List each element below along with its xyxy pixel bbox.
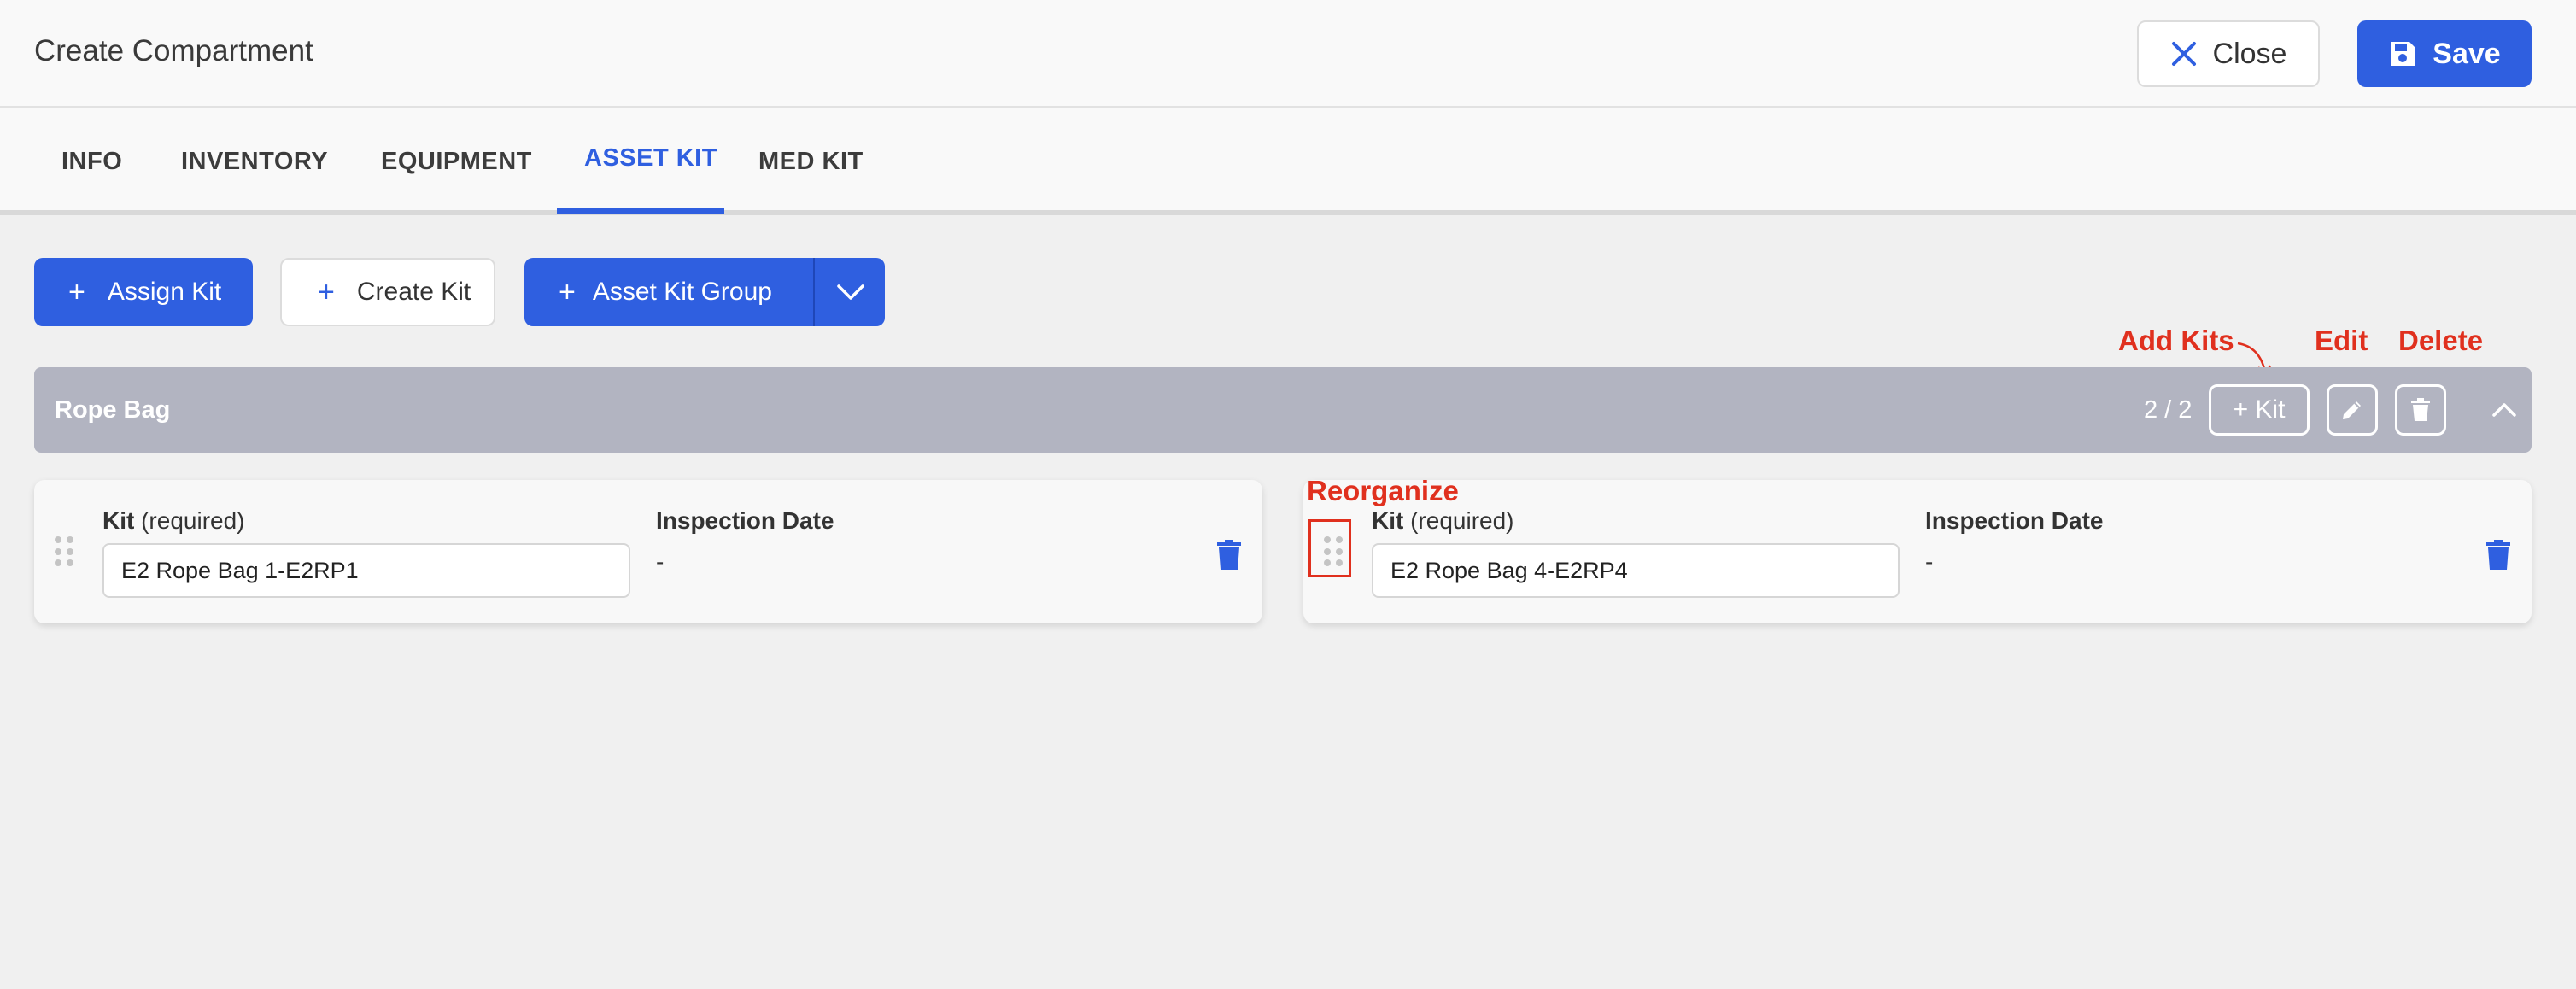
trash-icon	[2411, 398, 2430, 421]
kit-card: Kit (required) E2 Rope Bag 4-E2RP4 Inspe…	[1303, 480, 2532, 623]
tab-bar: INFO INVENTORY EQUIPMENT ASSET KIT MED K…	[0, 108, 2576, 215]
asset-kit-group-label: Asset Kit Group	[592, 278, 772, 306]
save-icon	[2391, 42, 2415, 66]
split-button-divider	[813, 258, 815, 326]
chevron-up-icon	[2492, 403, 2516, 417]
group-title: Rope Bag	[55, 396, 171, 424]
edit-group-button[interactable]	[2327, 384, 2378, 436]
save-button-label: Save	[2433, 37, 2501, 70]
page-header: Create Compartment Close Save	[0, 0, 2576, 108]
annotation-edit: Edit	[2315, 325, 2368, 356]
kit-card: Kit (required) E2 Rope Bag 1-E2RP1 Inspe…	[34, 480, 1262, 623]
drag-handle-icon[interactable]	[55, 536, 73, 567]
annotation-reorganize: Reorganize	[1307, 475, 1459, 506]
asset-kit-group-dropdown[interactable]	[817, 258, 885, 326]
inspection-date-value: -	[656, 548, 664, 575]
delete-group-button[interactable]	[2395, 384, 2446, 436]
collapse-group-button[interactable]	[2479, 384, 2530, 436]
plus-icon: +	[68, 275, 85, 308]
kit-select[interactable]: E2 Rope Bag 1-E2RP1	[102, 543, 630, 598]
kit-select[interactable]: E2 Rope Bag 4-E2RP4	[1372, 543, 1900, 598]
annotation-reorganize-box	[1308, 519, 1351, 577]
annotation-delete: Delete	[2398, 325, 2484, 356]
trash-icon[interactable]	[2485, 540, 2511, 571]
close-button[interactable]: Close	[2137, 20, 2320, 87]
chevron-down-icon	[837, 284, 864, 300]
save-button[interactable]: Save	[2357, 20, 2532, 87]
tab-info[interactable]: INFO	[61, 108, 122, 215]
create-kit-button[interactable]: + Create Kit	[280, 258, 495, 326]
group-count: 2 / 2	[2144, 396, 2193, 424]
close-button-label: Close	[2212, 37, 2287, 70]
plus-icon: +	[318, 275, 335, 308]
tab-inventory[interactable]: INVENTORY	[181, 108, 328, 215]
annotation-add-kits: Add Kits	[2118, 325, 2234, 356]
page-title: Create Compartment	[34, 34, 313, 67]
active-tab-indicator	[557, 208, 724, 214]
trash-icon[interactable]	[1216, 540, 1242, 571]
create-kit-label: Create Kit	[356, 278, 471, 306]
tab-med-kit[interactable]: MED KIT	[758, 108, 864, 215]
inspection-date-label: Inspection Date	[656, 507, 834, 534]
plus-icon: +	[559, 275, 576, 308]
assign-kit-button[interactable]: + Assign Kit	[34, 258, 253, 326]
kit-field-label: Kit (required)	[102, 507, 245, 534]
assign-kit-label: Assign Kit	[107, 278, 222, 306]
tab-asset-kit[interactable]: ASSET KIT	[584, 104, 717, 212]
kit-group-header: Rope Bag 2 / 2 + Kit	[34, 367, 2532, 453]
pencil-icon	[2343, 401, 2361, 419]
close-icon	[2171, 42, 2196, 66]
inspection-date-label: Inspection Date	[1925, 507, 2104, 534]
inspection-date-value: -	[1925, 548, 1934, 575]
add-kit-button[interactable]: + Kit	[2209, 384, 2310, 436]
tab-equipment[interactable]: EQUIPMENT	[381, 108, 532, 215]
kit-field-label: Kit (required)	[1372, 507, 1514, 534]
